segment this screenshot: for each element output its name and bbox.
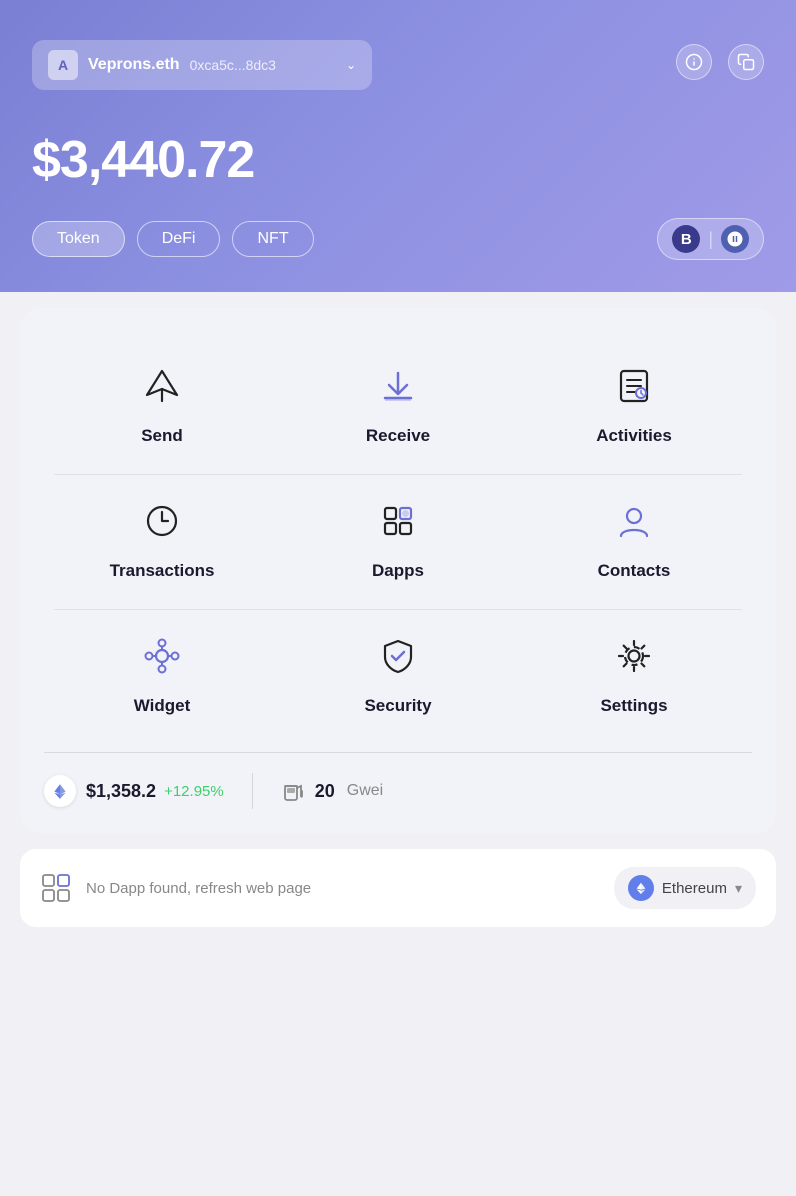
dapps-icon — [372, 495, 424, 547]
gas-icon — [281, 778, 307, 804]
address-bar[interactable]: A Veprons.eth 0xca5c...8dc3 ⌄ — [32, 40, 372, 90]
header-icons — [676, 44, 764, 80]
dapps-label: Dapps — [372, 561, 424, 581]
eth-logo — [44, 775, 76, 807]
avatar: A — [48, 50, 78, 80]
action-contacts[interactable]: Contacts — [516, 475, 752, 609]
settings-icon — [608, 630, 660, 682]
gas-section: 20 Gwei — [281, 778, 383, 804]
action-security[interactable]: Security — [280, 610, 516, 744]
widget-icon — [136, 630, 188, 682]
eth-change: +12.95% — [164, 783, 224, 800]
receive-icon — [372, 360, 424, 412]
main-card: Send Receive — [20, 308, 776, 833]
gas-unit: Gwei — [347, 782, 383, 800]
ethereum-network-selector[interactable]: Ethereum ▾ — [614, 867, 756, 909]
price-bar-divider — [252, 773, 253, 809]
receive-label: Receive — [366, 426, 430, 446]
tab-row: Token DeFi NFT B | — [32, 218, 764, 260]
dapp-bar-message: No Dapp found, refresh web page — [86, 880, 600, 897]
partner-divider: | — [708, 229, 713, 250]
action-settings[interactable]: Settings — [516, 610, 752, 744]
hero-section: A Veprons.eth 0xca5c...8dc3 ⌄ $3,440.72 … — [0, 0, 796, 292]
partner1-logo: B — [672, 225, 700, 253]
tab-nft[interactable]: NFT — [232, 221, 313, 257]
eth-price: $1,358.2 — [86, 781, 156, 802]
partner-logos[interactable]: B | — [657, 218, 764, 260]
ethereum-network-icon — [628, 875, 654, 901]
send-icon — [136, 360, 188, 412]
activities-icon — [608, 360, 660, 412]
balance-display: $3,440.72 — [32, 130, 764, 190]
wallet-name: Veprons.eth — [88, 56, 180, 74]
gas-value: 20 — [315, 781, 335, 802]
transactions-label: Transactions — [110, 561, 215, 581]
send-label: Send — [141, 426, 183, 446]
info-button[interactable] — [676, 44, 712, 80]
action-send[interactable]: Send — [44, 340, 280, 474]
tab-token[interactable]: Token — [32, 221, 125, 257]
action-transactions[interactable]: Transactions — [44, 475, 280, 609]
contacts-label: Contacts — [598, 561, 671, 581]
settings-label: Settings — [600, 696, 667, 716]
partner2-logo — [721, 225, 749, 253]
security-icon — [372, 630, 424, 682]
action-dapps[interactable]: Dapps — [280, 475, 516, 609]
contacts-icon — [608, 495, 660, 547]
dapp-bar: No Dapp found, refresh web page Ethereum… — [20, 849, 776, 927]
wallet-address: 0xca5c...8dc3 — [190, 57, 276, 73]
chevron-down-icon: ▾ — [735, 880, 742, 897]
transactions-icon — [136, 495, 188, 547]
copy-button[interactable] — [728, 44, 764, 80]
action-activities[interactable]: Activities — [516, 340, 752, 474]
dapps-bar-icon — [40, 872, 72, 904]
network-label: Ethereum — [662, 880, 727, 897]
tab-defi[interactable]: DeFi — [137, 221, 221, 257]
price-bar: $1,358.2 +12.95% 20 Gwei — [44, 752, 752, 809]
action-receive[interactable]: Receive — [280, 340, 516, 474]
chevron-down-icon: ⌄ — [346, 58, 356, 72]
activities-label: Activities — [596, 426, 672, 446]
actions-grid: Send Receive — [44, 340, 752, 744]
action-widget[interactable]: Widget — [44, 610, 280, 744]
security-label: Security — [364, 696, 431, 716]
widget-label: Widget — [134, 696, 191, 716]
